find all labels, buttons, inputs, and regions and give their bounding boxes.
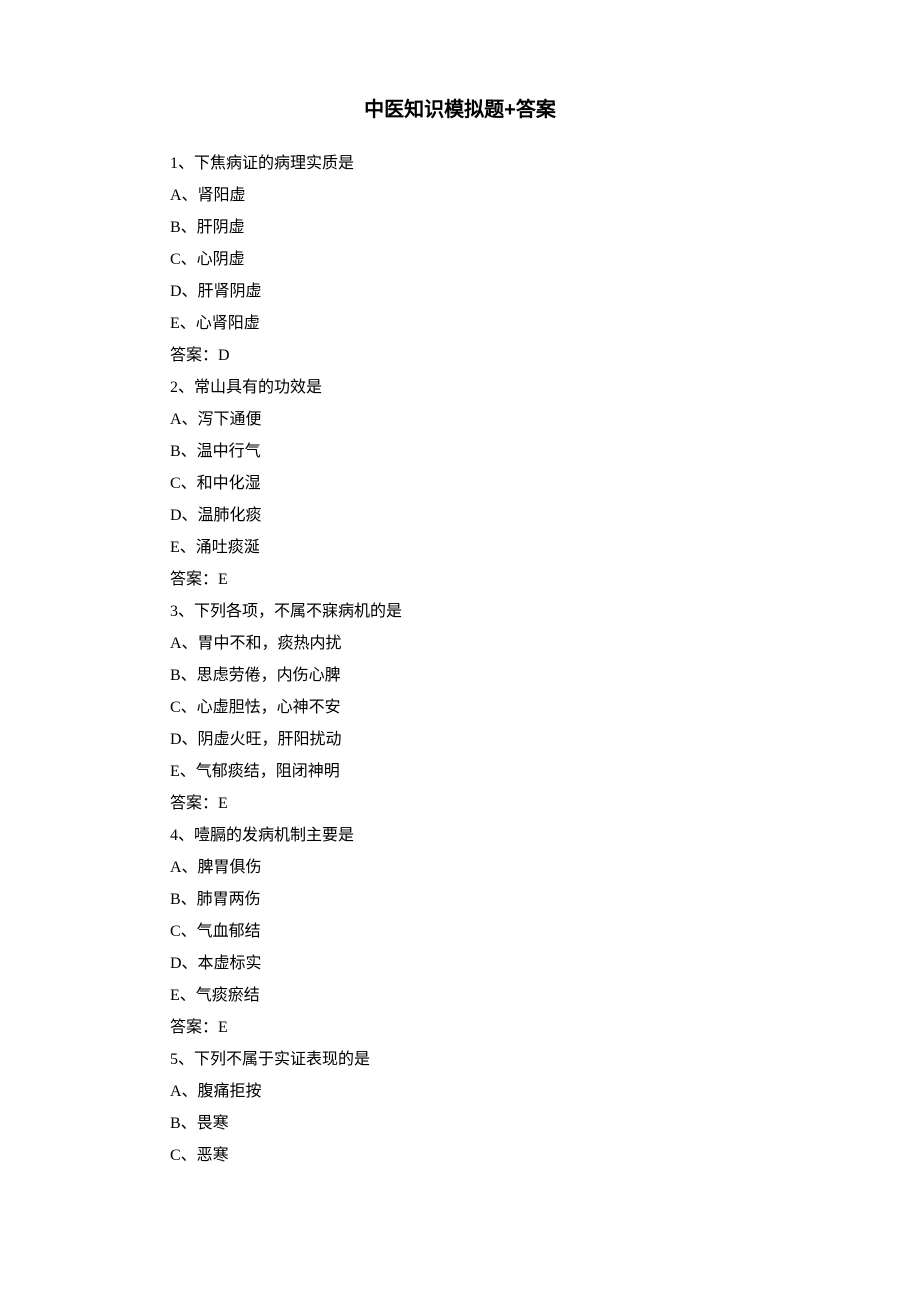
question-option: C、气血郁结 <box>170 916 750 948</box>
questions-container: 1、下焦病证的病理实质是A、肾阳虚B、肝阴虚C、心阴虚D、肝肾阴虚E、心肾阳虚答… <box>170 148 750 1172</box>
question-block: 1、下焦病证的病理实质是A、肾阳虚B、肝阴虚C、心阴虚D、肝肾阴虚E、心肾阳虚答… <box>170 148 750 372</box>
question-option: E、气痰瘀结 <box>170 980 750 1012</box>
question-option: E、心肾阳虚 <box>170 308 750 340</box>
question-option: A、肾阳虚 <box>170 180 750 212</box>
question-answer: 答案：D <box>170 340 750 372</box>
question-option: D、肝肾阴虚 <box>170 276 750 308</box>
question-answer: 答案：E <box>170 1012 750 1044</box>
question-option: D、温肺化痰 <box>170 500 750 532</box>
question-option: D、本虚标实 <box>170 948 750 980</box>
question-stem: 5、下列不属于实证表现的是 <box>170 1044 750 1076</box>
question-option: B、温中行气 <box>170 436 750 468</box>
question-option: B、畏寒 <box>170 1108 750 1140</box>
question-option: E、气郁痰结，阻闭神明 <box>170 756 750 788</box>
question-stem: 2、常山具有的功效是 <box>170 372 750 404</box>
question-option: C、恶寒 <box>170 1140 750 1172</box>
question-option: C、心阴虚 <box>170 244 750 276</box>
question-answer: 答案：E <box>170 788 750 820</box>
question-option: B、肺胃两伤 <box>170 884 750 916</box>
question-option: A、泻下通便 <box>170 404 750 436</box>
question-stem: 1、下焦病证的病理实质是 <box>170 148 750 180</box>
question-option: B、思虑劳倦，内伤心脾 <box>170 660 750 692</box>
question-option: D、阴虚火旺，肝阳扰动 <box>170 724 750 756</box>
question-option: C、心虚胆怯，心神不安 <box>170 692 750 724</box>
question-stem: 3、下列各项，不属不寐病机的是 <box>170 596 750 628</box>
question-option: E、涌吐痰涎 <box>170 532 750 564</box>
question-option: A、腹痛拒按 <box>170 1076 750 1108</box>
question-stem: 4、噎膈的发病机制主要是 <box>170 820 750 852</box>
question-option: A、胃中不和，痰热内扰 <box>170 628 750 660</box>
question-answer: 答案：E <box>170 564 750 596</box>
question-block: 5、下列不属于实证表现的是A、腹痛拒按B、畏寒C、恶寒 <box>170 1044 750 1172</box>
document-title: 中医知识模拟题+答案 <box>170 90 750 130</box>
question-block: 4、噎膈的发病机制主要是A、脾胃俱伤B、肺胃两伤C、气血郁结D、本虚标实E、气痰… <box>170 820 750 1044</box>
question-block: 2、常山具有的功效是A、泻下通便B、温中行气C、和中化湿D、温肺化痰E、涌吐痰涎… <box>170 372 750 596</box>
question-option: A、脾胃俱伤 <box>170 852 750 884</box>
question-block: 3、下列各项，不属不寐病机的是A、胃中不和，痰热内扰B、思虑劳倦，内伤心脾C、心… <box>170 596 750 820</box>
question-option: C、和中化湿 <box>170 468 750 500</box>
question-option: B、肝阴虚 <box>170 212 750 244</box>
